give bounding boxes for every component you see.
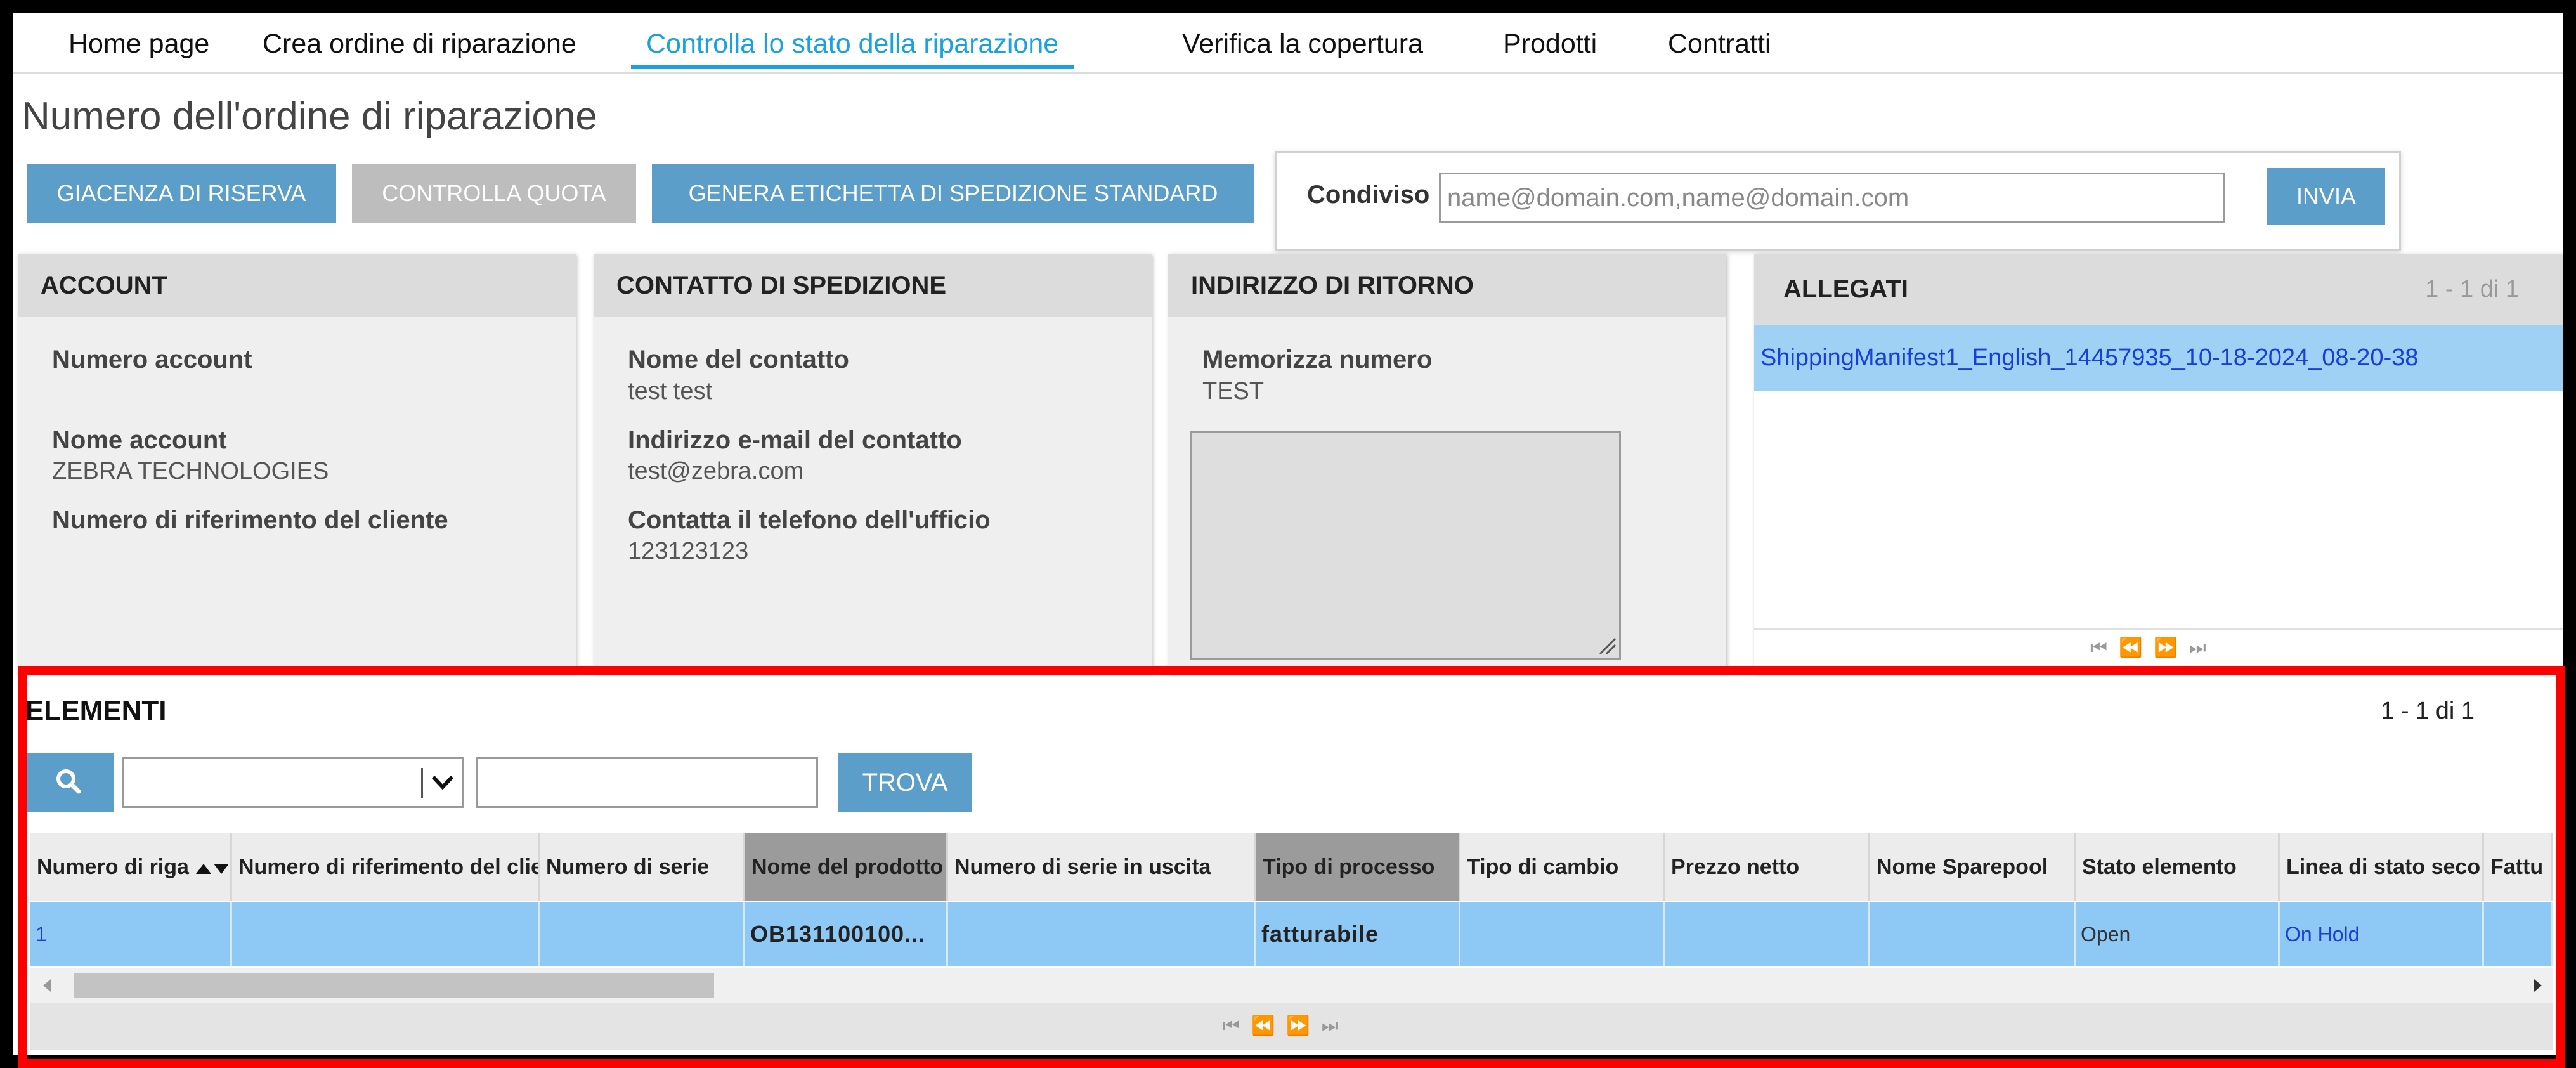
contact-name-value: test test	[628, 378, 713, 405]
account-number-label: Numero account	[52, 346, 252, 374]
share-label: Condiviso	[1307, 181, 1430, 209]
last-page-icon[interactable]: ⏭	[2189, 637, 2218, 658]
top-navigation: Home page Crea ordine di riparazione Con…	[13, 13, 2563, 74]
page-title: Numero dell'ordine di riparazione	[22, 94, 597, 138]
tab-products[interactable]: Prodotti	[1488, 23, 1612, 65]
resize-handle-icon[interactable]	[1597, 636, 1617, 655]
return-address-textarea[interactable]	[1190, 431, 1621, 660]
contact-phone-value: 123123123	[628, 538, 749, 564]
return-address-header: INDIRIZZO DI RITORNO	[1168, 254, 1726, 317]
contact-email-value: test@zebra.com	[628, 458, 804, 485]
attachment-item[interactable]: ShippingManifest1_English_14457935_10-18…	[1754, 325, 2563, 391]
attachments-divider	[1754, 628, 2563, 630]
check-quota-button[interactable]: CONTROLLA QUOTA	[352, 164, 636, 223]
tab-create-repair-order[interactable]: Crea ordine di riparazione	[247, 23, 592, 65]
shipping-contact-header: CONTATTO DI SPEDIZIONE	[594, 254, 1152, 317]
store-number-label: Memorizza numero	[1202, 346, 1433, 374]
attachments-panel: ALLEGATI 1 - 1 di 1 ShippingManifest1_En…	[1754, 254, 2563, 672]
generate-shipping-label-button[interactable]: GENERA ETICHETTA DI SPEDIZIONE STANDARD	[652, 164, 1254, 223]
tab-check-coverage[interactable]: Verifica la copertura	[1167, 23, 1438, 65]
reserve-stock-button[interactable]: GIACENZA DI RISERVA	[27, 164, 336, 223]
first-page-icon[interactable]: ⏮	[2090, 637, 2119, 658]
highlight-box	[18, 666, 2565, 1068]
app-window: Home page Crea ordine di riparazione Con…	[0, 0, 2576, 1068]
share-panel: Condiviso INVIA	[1275, 151, 2401, 251]
contact-name-label: Nome del contatto	[628, 346, 849, 374]
account-panel: ACCOUNT Numero account Nome account ZEBR…	[18, 254, 576, 672]
share-email-input[interactable]	[1439, 173, 2225, 223]
tab-check-repair-status[interactable]: Controlla lo stato della riparazione	[631, 23, 1074, 69]
attachments-title: ALLEGATI	[1783, 275, 1909, 303]
contact-email-label: Indirizzo e-mail del contatto	[628, 426, 962, 454]
next-page-icon[interactable]: ⏩	[2154, 637, 2189, 658]
attachments-count: 1 - 1 di 1	[2425, 276, 2519, 303]
attachments-header: ALLEGATI 1 - 1 di 1	[1754, 254, 2563, 325]
account-header: ACCOUNT	[18, 254, 576, 317]
account-name-label: Nome account	[52, 426, 227, 454]
shipping-contact-panel: CONTATTO DI SPEDIZIONE Nome del contatto…	[594, 254, 1152, 672]
store-number-value: TEST	[1202, 378, 1265, 405]
customer-reference-label: Numero di riferimento del cliente	[52, 506, 448, 534]
tab-home[interactable]: Home page	[53, 23, 224, 65]
return-address-panel: INDIRIZZO DI RITORNO Memorizza numero TE…	[1168, 254, 1726, 672]
send-button[interactable]: INVIA	[2267, 168, 2385, 225]
previous-page-icon[interactable]: ⏪	[2119, 637, 2154, 658]
attachments-pager: ⏮⏪⏩⏭	[2090, 637, 2218, 659]
account-name-value: ZEBRA TECHNOLOGIES	[52, 458, 329, 485]
contact-phone-label: Contatta il telefono dell'ufficio	[628, 506, 991, 534]
tab-contracts[interactable]: Contratti	[1653, 23, 1786, 65]
